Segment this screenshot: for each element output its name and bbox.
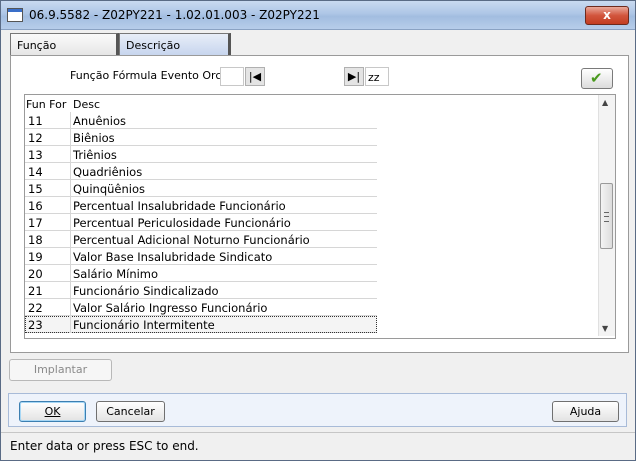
row-code: 20 [28,267,43,281]
column-header-desc[interactable]: Desc [73,98,100,111]
row-desc: Salário Mínimo [73,267,159,281]
table-row[interactable]: 18 Percentual Adicional Noturno Funcionár… [25,231,377,248]
row-desc: Percentual Adicional Noturno Funcionário [73,233,310,247]
row-desc: Funcionário Intermitente [73,318,215,332]
main-panel: Função Fórmula Evento Orcto: |◀ ▶| zz ✔ … [10,55,629,353]
row-code: 23 [28,318,43,332]
table-row[interactable]: 11 Anuênios [25,112,377,129]
column-header-fun-for[interactable]: Fun For [26,98,66,111]
row-code: 21 [28,284,43,298]
column-divider [70,316,71,333]
scroll-up-icon[interactable]: ▲ [602,98,608,107]
table-row[interactable]: 21 Funcionário Sindicalizado [25,282,377,299]
table-row[interactable]: 12 Biênios [25,129,377,146]
formula-range-label: Função Fórmula Evento Orcto: [70,69,237,82]
column-divider [70,214,71,231]
status-text: Enter data or press ESC to end. [10,439,199,453]
button-bar: OK Cancelar Ajuda [8,393,627,427]
formula-from-input[interactable] [220,67,244,86]
last-record-icon: ▶| [347,70,361,83]
title-bar: 06.9.5582 - Z02PY221 - 1.02.01.003 - Z02… [1,1,635,30]
row-code: 12 [28,131,43,145]
row-code: 15 [28,182,43,196]
row-code: 18 [28,233,43,247]
table-row[interactable]: 14 Quadriênios [25,163,377,180]
last-record-button[interactable]: ▶| [344,67,364,86]
confirm-button[interactable]: ✔ [581,68,613,89]
table-row[interactable]: 15 Quinqüênios [25,180,377,197]
row-code: 11 [28,114,43,128]
first-record-icon: |◀ [248,70,262,83]
column-divider [70,282,71,299]
help-button[interactable]: Ajuda [552,401,619,422]
column-divider [70,112,71,129]
close-button[interactable]: x [585,6,629,25]
row-desc: Valor Salário Ingresso Funcionário [73,301,268,315]
status-bar: Enter data or press ESC to end. [1,432,635,460]
help-button-label: Ajuda [569,405,602,418]
row-code: 17 [28,216,43,230]
table-row[interactable]: 16 Percentual Insalubridade Funcionário [25,197,377,214]
implantar-button[interactable]: Implantar [9,359,112,381]
row-desc: Funcionário Sindicalizado [73,284,219,298]
column-divider [70,180,71,197]
formula-grid[interactable]: Fun For Desc 11 Anuênios 12 Biênios 13 Triêni… [24,94,616,339]
column-divider [70,265,71,282]
row-code: 19 [28,250,43,264]
table-row[interactable]: 23 Funcionário Intermitente [25,316,377,333]
row-desc: Anuênios [73,114,127,128]
tab-funcao[interactable]: Função [10,33,119,55]
app-window-icon [7,8,23,22]
cancel-button-label: Cancelar [106,405,155,418]
ok-button[interactable]: OK [19,401,86,422]
column-divider [70,231,71,248]
table-row[interactable]: 13 Triênios [25,146,377,163]
scroll-down-icon[interactable]: ▼ [602,324,608,333]
row-desc: Triênios [73,148,117,162]
grid-header: Fun For Desc [25,95,377,112]
row-desc: Quadriênios [73,165,143,179]
column-divider [70,299,71,316]
row-desc: Quinqüênios [73,182,145,196]
scroll-thumb[interactable] [600,183,613,249]
checkmark-icon: ✔ [590,69,603,87]
row-code: 16 [28,199,43,213]
dialog-window: 06.9.5582 - Z02PY221 - 1.02.01.003 - Z02… [0,0,636,461]
ok-button-label: OK [44,405,61,418]
column-divider [70,146,71,163]
row-code: 13 [28,148,43,162]
table-row[interactable]: 20 Salário Mínimo [25,265,377,282]
row-desc: Biênios [73,131,115,145]
scroll-grip-icon [604,212,609,222]
column-divider [70,248,71,265]
first-record-button[interactable]: |◀ [245,67,265,86]
window-title: 06.9.5582 - Z02PY221 - 1.02.01.003 - Z02… [29,8,320,22]
table-row[interactable]: 22 Valor Salário Ingresso Funcionário [25,299,377,316]
row-desc: Percentual Insalubridade Funcionário [73,199,286,213]
cancel-button[interactable]: Cancelar [96,401,165,422]
formula-to-input[interactable]: zz [365,67,389,86]
tab-descricao[interactable]: Descrição [119,33,231,55]
grid-scrollbar[interactable]: ▲ ▼ [598,95,615,336]
row-desc: Valor Base Insalubridade Sindicato [73,250,273,264]
row-code: 22 [28,301,43,315]
table-row[interactable]: 19 Valor Base Insalubridade Sindicato [25,248,377,265]
row-desc: Percentual Periculosidade Funcionário [73,216,291,230]
table-row[interactable]: 17 Percentual Periculosidade Funcionário [25,214,377,231]
row-code: 14 [28,165,43,179]
column-divider [70,163,71,180]
column-divider [70,197,71,214]
column-divider [70,129,71,146]
